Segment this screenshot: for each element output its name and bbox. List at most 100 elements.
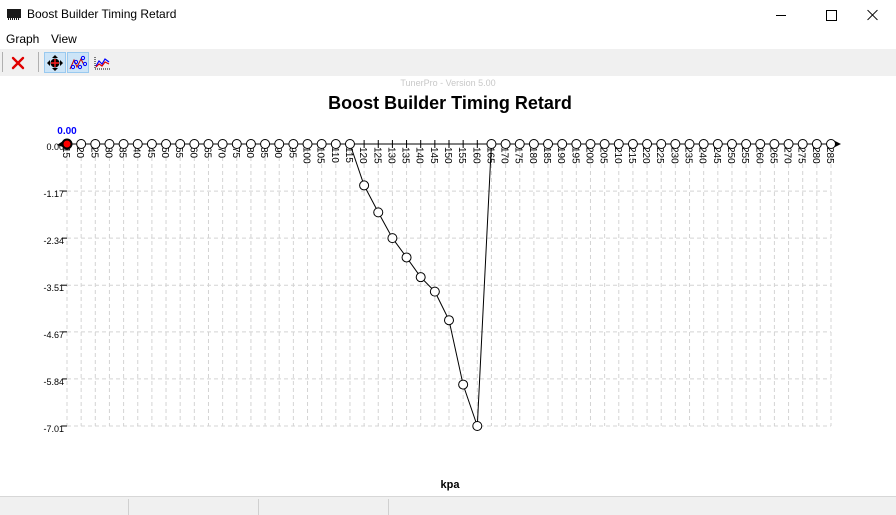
data-point [330,139,341,149]
data-point [486,139,497,149]
y-axis: 0.00-1.17-2.34-3.51-4.67-5.84-7.01 [43,142,67,434]
move-point-button[interactable] [44,52,66,73]
x-tick-label: 185 [541,147,552,164]
x-tick-label: 235 [683,147,694,164]
data-point [217,139,228,149]
data-point [359,180,370,191]
close-graph-button[interactable] [7,52,29,73]
selected-data-point [61,138,73,150]
chart-svg: TunerPro - Version 5.00 Boost Builder Ti… [43,78,841,491]
x-axis-label: kpa [441,479,461,491]
data-point [741,139,752,149]
data-point [203,139,214,149]
x-tick-label: 210 [612,147,623,164]
x-tick-label: 270 [782,147,793,164]
data-point [245,139,256,149]
data-point [231,139,242,149]
x-tick-label: 120 [357,147,368,164]
title-bar: Boost Builder Timing Retard [0,0,896,30]
data-point [543,139,554,149]
x-tick-label: 190 [555,147,566,164]
data-point [373,207,384,218]
data-point [500,139,511,149]
x-tick-label: 280 [810,147,821,164]
data-point [316,139,327,149]
status-pane-divider [258,499,259,515]
point-edit-button[interactable] [67,52,89,73]
data-point [288,139,299,149]
x-tick-label: 195 [569,147,580,164]
data-point [684,139,695,149]
x-tick-label: 200 [583,147,594,164]
red-x-icon [11,56,25,69]
data-point [118,139,129,149]
data-point [712,139,723,149]
x-tick-label: 105 [315,147,326,164]
data-point [670,139,681,149]
x-tick-label: 250 [725,147,736,164]
toolbar [0,49,896,76]
minimize-icon [776,14,786,16]
data-point [401,252,412,263]
data-point [189,139,200,149]
data-point [797,139,808,149]
status-pane-divider [128,499,129,515]
x-tick-label: 110 [329,147,340,163]
data-point [415,272,426,283]
data-point [444,315,454,326]
x-tick-label: 230 [668,147,679,164]
data-point [344,139,355,149]
x-tick-label: 245 [711,147,722,164]
grid [66,150,832,427]
x-tick-label: 285 [824,147,835,164]
selected-value-label: 0.00 [57,126,77,137]
data-point [571,139,582,149]
minimize-button[interactable] [758,0,804,30]
menu-bar: Graph View [0,30,896,49]
x-tick-label: 205 [598,147,609,164]
data-point [755,139,766,149]
data-point [132,139,143,149]
data-point [175,139,186,149]
data-point [557,139,568,149]
point-curve-icon [69,55,87,69]
y-tick-label: -1.17 [43,189,64,199]
chip-icon [7,9,21,20]
data-point [811,139,822,149]
data-point [585,139,596,149]
x-tick-label: 150 [442,147,453,164]
x-tick-label: 240 [697,147,708,164]
data-point [599,139,610,149]
x-tick-label: 130 [385,147,396,164]
data-point [769,139,780,149]
data-point [458,379,469,390]
data-point [429,286,440,297]
menu-view[interactable]: View [51,32,77,46]
toolbar-grip [2,52,3,72]
data-point [726,139,737,149]
menu-graph[interactable]: Graph [6,32,39,46]
line-graph-icon [94,56,110,69]
y-tick-label: -4.67 [43,330,64,340]
data-point [76,139,87,149]
x-tick-label: 255 [739,147,750,164]
data-point [698,139,709,149]
maximize-icon [825,9,837,21]
data-point [613,139,624,149]
data-point [302,139,313,149]
data-point [90,139,101,149]
x-tick-label: 180 [527,147,538,164]
data-point [387,233,398,244]
line-graph-button[interactable] [91,52,113,73]
x-tick-label: 170 [499,147,510,164]
y-tick-label: -3.51 [43,283,64,293]
data-point [104,139,115,149]
data-point [642,139,653,149]
x-tick-label: 175 [513,147,524,164]
maximize-button[interactable] [808,0,854,30]
x-tick-label: 135 [400,147,411,164]
x-tick-label: 125 [371,147,382,164]
close-button[interactable] [850,0,896,30]
data-point [161,139,172,149]
watermark: TunerPro - Version 5.00 [400,78,495,88]
